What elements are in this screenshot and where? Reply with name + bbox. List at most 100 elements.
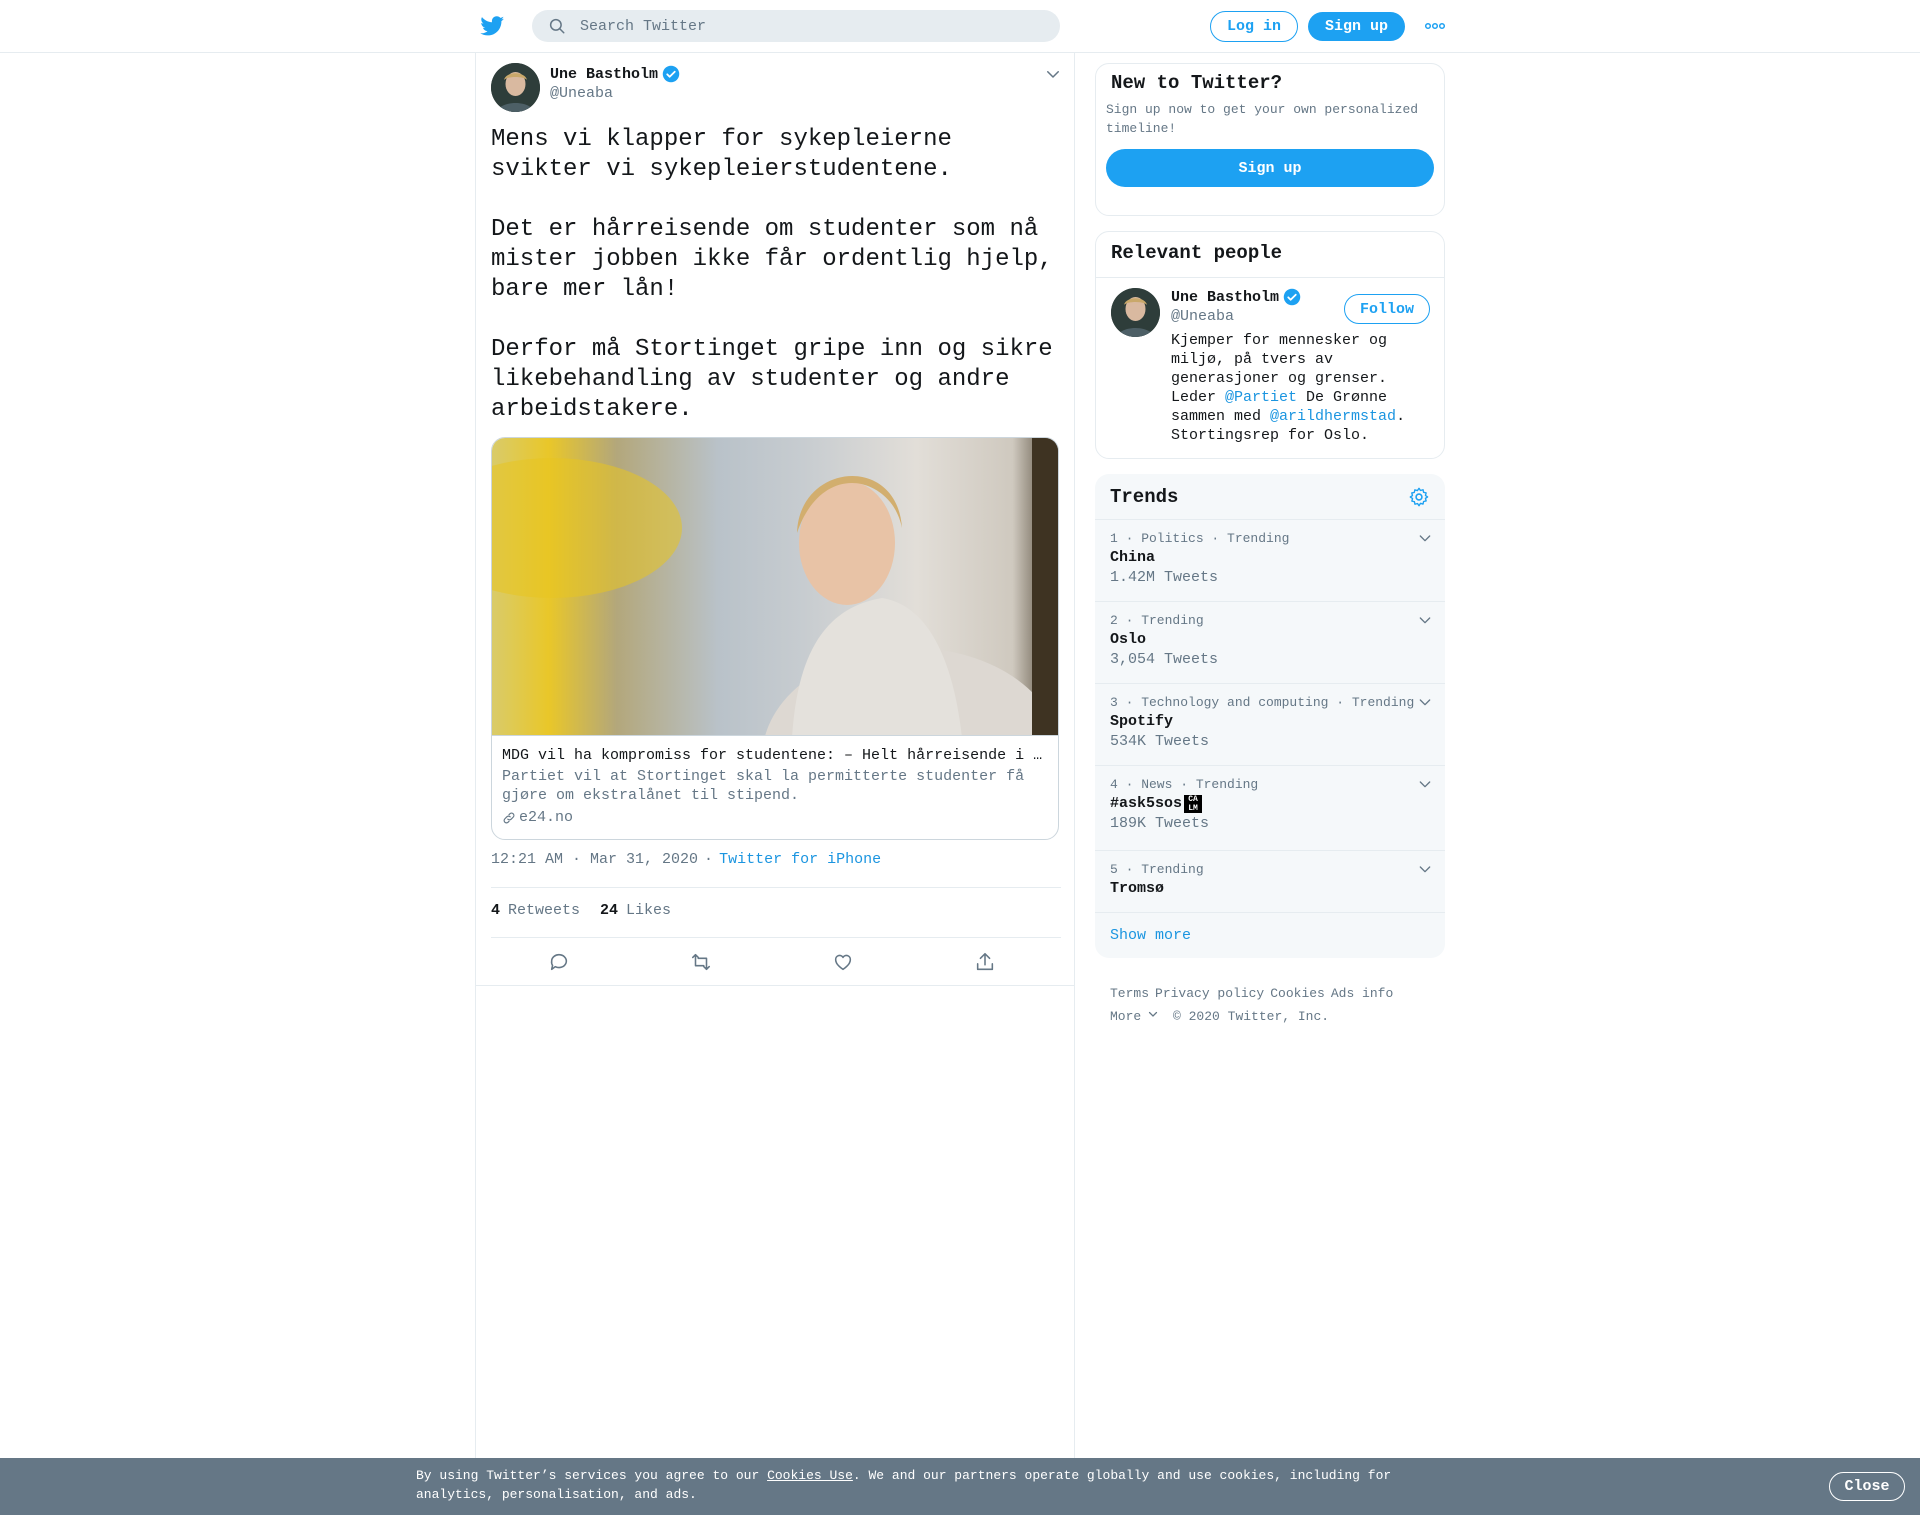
author-handle[interactable]: @Uneaba — [550, 85, 613, 102]
cookie-text-1: By using Twitter’s services you agree to… — [416, 1468, 768, 1483]
cookies-use-link[interactable]: Cookies Use — [767, 1468, 853, 1483]
footer-link-terms[interactable]: Terms — [1110, 986, 1149, 1001]
cookie-consent-bar: By using Twitter’s services you agree to… — [0, 1458, 1920, 1515]
twitter-bird-icon[interactable] — [479, 14, 506, 38]
cookie-notice-text: By using Twitter’s services you agree to… — [416, 1466, 1416, 1504]
footer-more-label[interactable]: More — [1110, 1009, 1141, 1024]
trend-name[interactable]: Oslo — [1110, 629, 1430, 650]
trend-name[interactable]: Spotify — [1110, 711, 1430, 732]
card-description: Partiet vil at Stortinget skal la permit… — [502, 768, 1025, 804]
footer-links-row: Terms Privacy policy Cookies Ads info — [1110, 982, 1450, 1005]
retweets-stat[interactable]: 4 Retweets — [491, 902, 580, 919]
search-icon — [549, 18, 565, 34]
new-to-twitter-panel: New to Twitter? Sign up now to get your … — [1095, 63, 1445, 216]
hashtag-emoji-icon: CA LM — [1184, 794, 1203, 813]
author-name-text[interactable]: Une Bastholm — [550, 66, 658, 83]
show-more-trends-link[interactable]: Show more — [1095, 913, 1445, 958]
share-icon[interactable] — [974, 951, 996, 973]
person-name-text[interactable]: Une Bastholm — [1171, 289, 1279, 306]
new-to-twitter-description: Sign up now to get your own personalized… — [1106, 102, 1419, 136]
card-image[interactable] — [492, 438, 1058, 839]
chevron-down-icon[interactable] — [1417, 861, 1433, 877]
sidebar-signup-button[interactable]: Sign up — [1106, 149, 1434, 187]
trend-tweet-count: 534K Tweets — [1110, 733, 1210, 750]
cookie-close-button[interactable]: Close — [1829, 1472, 1905, 1501]
person-handle[interactable]: @Uneaba — [1171, 308, 1234, 325]
trend-name[interactable]: China — [1110, 547, 1430, 568]
bio-mention-arildhermstad[interactable]: @arildhermstad — [1270, 408, 1396, 425]
likes-count[interactable]: 24 — [600, 902, 618, 919]
search-input[interactable] — [580, 17, 1020, 35]
retweets-count[interactable]: 4 — [491, 902, 500, 919]
trend-context: 4 · News · Trending — [1110, 777, 1259, 792]
trend-context: 1 · Politics · Trending — [1110, 531, 1290, 546]
tweet-source-link[interactable]: Twitter for iPhone — [719, 851, 881, 868]
tweet-timestamp[interactable]: 12:21 AM · Mar 31, 2020 — [491, 851, 698, 868]
trend-tweet-count: 3,054 Tweets — [1110, 651, 1219, 668]
signup-button[interactable]: Sign up — [1308, 12, 1405, 41]
chevron-down-icon[interactable] — [1417, 776, 1433, 792]
card-domain: e24.no — [502, 809, 1048, 826]
chevron-down-icon — [1149, 1011, 1158, 1017]
footer-link-privacy[interactable]: Privacy policy — [1155, 986, 1264, 1001]
trends-panel: Trends 1 · Politics · Trending China 1.4… — [1095, 474, 1445, 958]
tweet-stats: 4 Retweets 24 Likes — [491, 902, 671, 919]
footer-more-link[interactable]: More — [1110, 1009, 1159, 1024]
chevron-down-icon[interactable] — [1417, 694, 1433, 710]
trends-header: Trends — [1095, 474, 1445, 520]
bio-mention-partiet[interactable]: @Partiet — [1225, 389, 1297, 406]
login-button[interactable]: Log in — [1210, 11, 1298, 42]
footer-link-cookies[interactable]: Cookies — [1270, 986, 1325, 1001]
trend-name[interactable]: #ask5sos — [1110, 793, 1182, 814]
card-title[interactable]: MDG vil ha kompromiss for studentene: – … — [502, 746, 1046, 766]
gear-icon[interactable] — [1408, 486, 1430, 508]
likes-stat[interactable]: 24 Likes — [600, 902, 671, 919]
trend-tweet-count: 1.42M Tweets — [1110, 569, 1219, 586]
link-preview-card[interactable]: MDG vil ha kompromiss for studentene: – … — [491, 437, 1059, 840]
chevron-down-icon[interactable] — [1417, 530, 1433, 546]
reply-icon[interactable] — [548, 951, 570, 973]
footer-second-row: More © 2020 Twitter, Inc. — [1110, 1005, 1450, 1028]
card-domain-text: e24.no — [519, 809, 574, 826]
tweet-actions — [476, 937, 1074, 986]
trend-item[interactable]: 5 · Trending Tromsø — [1095, 851, 1445, 913]
divider — [491, 887, 1061, 888]
more-options-icon[interactable] — [1424, 18, 1446, 34]
trend-item[interactable]: 3 · Technology and computing · Trending … — [1095, 684, 1445, 766]
link-icon — [503, 812, 515, 823]
chevron-down-icon[interactable] — [1044, 65, 1062, 83]
trend-context: 3 · Technology and computing · Trending — [1110, 695, 1415, 710]
likes-label[interactable]: Likes — [626, 902, 671, 919]
retweet-icon[interactable] — [690, 951, 712, 973]
tweet-text: Mens vi klapper for sykepleierne svikter… — [491, 126, 1053, 423]
author-avatar[interactable] — [491, 63, 540, 112]
person-name[interactable]: Une Bastholm — [1171, 288, 1301, 306]
trend-item[interactable]: 4 · News · Trending #ask5sos CA LM 189K Tw… — [1095, 766, 1445, 851]
trend-item[interactable]: 1 · Politics · Trending China 1.42M Twee… — [1095, 520, 1445, 602]
trends-title: Trends — [1110, 485, 1179, 508]
trend-name-row[interactable]: #ask5sos CA LM — [1110, 793, 1430, 814]
retweets-label[interactable]: Retweets — [508, 902, 580, 919]
footer-link-ads-info[interactable]: Ads info — [1331, 986, 1393, 1001]
trend-context: 2 · Trending — [1110, 613, 1204, 628]
trend-name[interactable]: Tromsø — [1110, 878, 1430, 899]
author-name[interactable]: Une Bastholm — [550, 65, 680, 83]
chevron-down-icon[interactable] — [1417, 612, 1433, 628]
search-box[interactable] — [532, 10, 1060, 42]
like-heart-icon[interactable] — [832, 951, 854, 973]
card-body[interactable]: MDG vil ha kompromiss for studentene: – … — [492, 735, 1058, 839]
footer-copyright: © 2020 Twitter, Inc. — [1173, 1009, 1330, 1024]
trend-context: 5 · Trending — [1110, 862, 1204, 877]
relevant-people-title: Relevant people — [1096, 232, 1444, 278]
verified-badge-icon — [1283, 288, 1301, 306]
meta-separator: · — [704, 851, 714, 868]
tweet-detail-column: Une Bastholm @Uneaba Mens vi klapper for… — [475, 53, 1075, 1515]
person-avatar[interactable] — [1111, 288, 1160, 337]
sidebar-footer: Terms Privacy policy Cookies Ads info More … — [1110, 982, 1450, 1028]
tweet-timestamp-row: 12:21 AM · Mar 31, 2020 · Twitter for iP… — [491, 851, 881, 868]
new-to-twitter-title: New to Twitter? — [1111, 72, 1283, 94]
trend-item[interactable]: 2 · Trending Oslo 3,054 Tweets — [1095, 602, 1445, 684]
follow-button[interactable]: Follow — [1344, 294, 1430, 324]
verified-badge-icon — [662, 65, 680, 83]
top-navigation-bar: Log in Sign up — [0, 0, 1920, 53]
